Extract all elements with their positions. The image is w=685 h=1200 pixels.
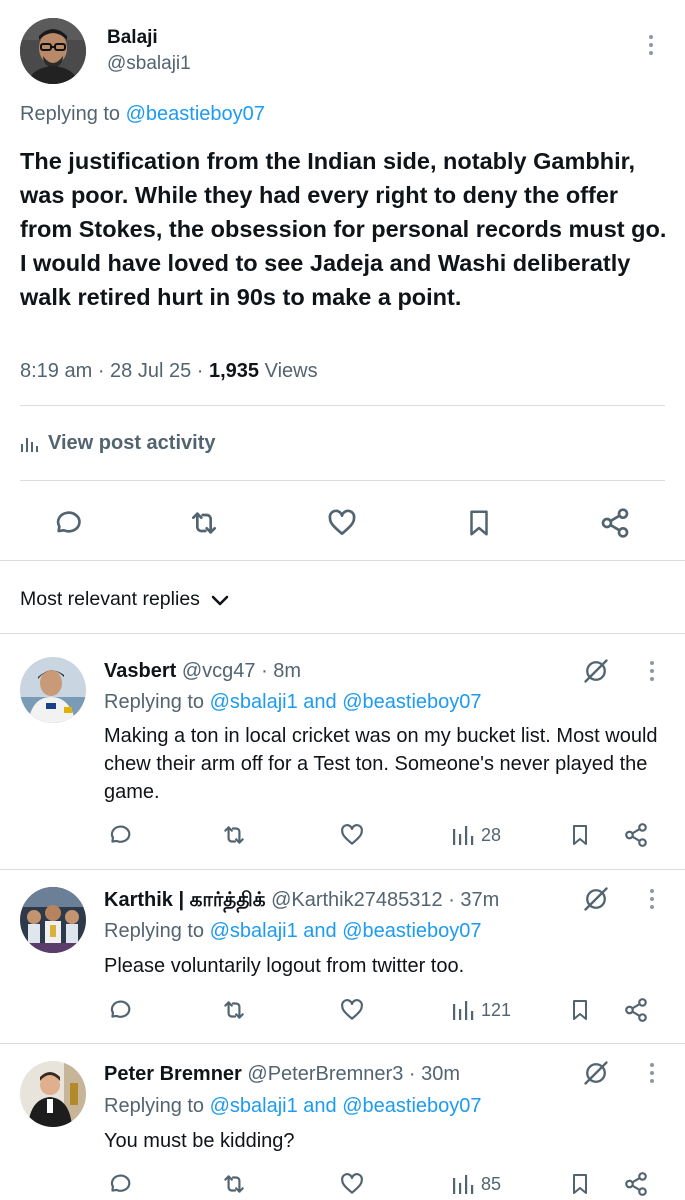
reply-icon[interactable] [104,1168,136,1200]
more-icon[interactable] [649,889,655,909]
replying-prefix: Replying to [104,691,205,713]
author-avatar[interactable] [20,18,86,84]
bookmark-icon[interactable] [564,994,596,1026]
grok-icon[interactable] [580,883,612,915]
reply-text: Please voluntarily logout from twitter t… [104,955,465,977]
reply-author-handle[interactable]: @vcg47 [182,660,256,682]
bookmark-icon[interactable] [564,1168,596,1200]
chevron-down-icon [211,595,229,605]
bookmark-icon[interactable] [564,819,596,851]
reply-icon[interactable] [50,505,86,541]
bookmark-icon[interactable] [461,505,497,541]
retweet-icon[interactable] [218,819,250,851]
reply-avatar[interactable] [20,657,86,723]
post-actions [0,497,685,547]
post-date[interactable]: 28 Jul 25 [110,360,191,382]
more-icon[interactable] [649,661,655,681]
post-text: The justification from the Indian side, … [20,148,667,310]
views-icon [21,437,38,452]
views-count: 1,935 [209,360,260,382]
reply-time[interactable]: 8m [273,660,301,682]
author-name[interactable]: Balaji [107,27,158,49]
divider [20,405,665,406]
replying-to-link[interactable]: @sbalaji1 and @beastieboy07 [210,691,482,713]
views-count: 121 [481,999,512,1020]
reply-author-handle[interactable]: @PeterBremner3 [247,1063,403,1085]
like-icon[interactable] [324,505,360,541]
reply-replying-to: Replying to @sbalaji1 and @beastieboy07 [104,920,482,943]
reply-author-handle[interactable]: @Karthik27485312 [271,889,443,911]
reply-header: Peter Bremner @PeterBremner3 · 30m [104,1063,461,1085]
share-icon[interactable] [620,819,652,851]
share-icon[interactable] [620,1168,652,1200]
reply-item[interactable]: Vasbert @vcg47 · 8m Replying to @sbalaji… [0,633,685,869]
replying-to-link[interactable]: @sbalaji1 and @beastieboy07 [210,1095,482,1117]
like-icon[interactable] [336,819,368,851]
reply-author-name[interactable]: Vasbert [104,660,176,682]
views-label: Views [264,360,318,382]
reply-author-name[interactable]: Peter Bremner [104,1063,242,1085]
reply-header: Vasbert @vcg47 · 8m [104,660,302,682]
share-icon[interactable] [620,994,652,1026]
reply-time[interactable]: 30m [421,1063,460,1085]
views-button[interactable]: 85 [451,1172,501,1196]
divider [0,560,685,561]
reply-author-name[interactable]: Karthik | கார்த்திக் [104,889,266,911]
reply-text: You must be kidding? [104,1130,295,1152]
reply-replying-to: Replying to @sbalaji1 and @beastieboy07 [104,691,482,714]
replies-sort-dropdown[interactable]: Most relevant replies [20,588,230,611]
grok-icon[interactable] [580,1057,612,1089]
replying-prefix: Replying to [104,920,205,942]
reply-icon[interactable] [104,819,136,851]
more-icon[interactable] [648,35,654,55]
more-icon[interactable] [649,1063,655,1083]
reply-icon[interactable] [104,994,136,1026]
activity-label: View post activity [48,432,216,454]
like-icon[interactable] [336,994,368,1026]
replying-to-link[interactable]: @beastieboy07 [126,103,265,125]
views-count: 28 [481,824,502,845]
retweet-icon[interactable] [218,994,250,1026]
reply-avatar[interactable] [20,1061,86,1127]
replying-prefix: Replying to [20,103,121,125]
views-icon [453,1001,474,1020]
views-button[interactable]: 28 [451,823,501,847]
reply-header: Karthik | கார்த்திக் @Karthik27485312 · … [104,889,500,911]
replying-to-link[interactable]: @sbalaji1 and @beastieboy07 [210,920,482,942]
views-button[interactable]: 121 [451,998,511,1022]
views-count: 85 [481,1173,502,1194]
replies-sort-label: Most relevant replies [20,588,200,610]
replying-prefix: Replying to [104,1095,205,1117]
reply-item[interactable]: Peter Bremner @PeterBremner3 · 30m Reply… [0,1043,685,1200]
divider [20,480,665,481]
author-handle[interactable]: @sbalaji1 [107,53,191,75]
reply-time[interactable]: 37m [460,889,499,911]
views-icon [453,826,474,845]
retweet-icon[interactable] [218,1168,250,1200]
post-time[interactable]: 8:19 am [20,360,92,382]
share-icon[interactable] [597,505,633,541]
view-post-activity[interactable]: View post activity [20,432,215,455]
views-icon [453,1175,474,1194]
grok-icon[interactable] [580,655,612,687]
like-icon[interactable] [336,1168,368,1200]
replying-to: Replying to @beastieboy07 [20,103,265,126]
reply-text: Making a ton in local cricket was on my … [104,725,658,803]
retweet-icon[interactable] [186,505,222,541]
reply-avatar[interactable] [20,887,86,953]
post-meta: 8:19 am · 28 Jul 25 · 1,935 Views [20,360,318,382]
reply-item[interactable]: Karthik | கார்த்திக் @Karthik27485312 · … [0,869,685,1043]
reply-replying-to: Replying to @sbalaji1 and @beastieboy07 [104,1095,482,1118]
